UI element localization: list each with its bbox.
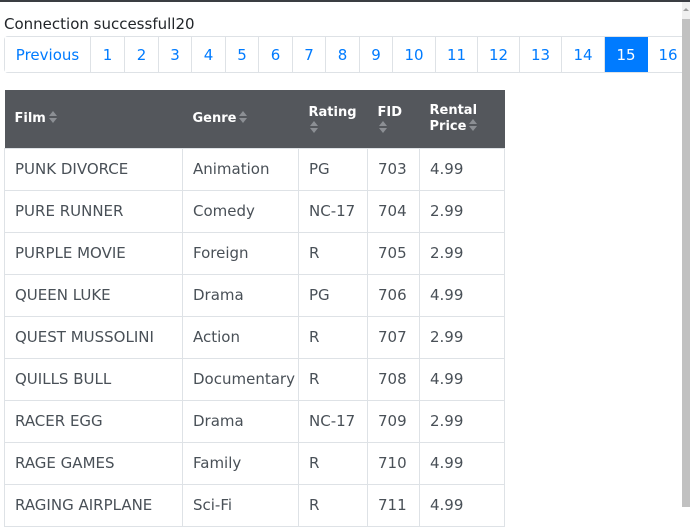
table-row: QUEST MUSSOLINI Action R 707 2.99 <box>4 315 505 359</box>
cell-rating: R <box>298 315 368 359</box>
cell-film: RAGING AIRPLANE <box>4 483 183 527</box>
table-header-row: Film Genre Rating FID Rental Price <box>4 90 505 148</box>
pagination-page-5[interactable]: 5 <box>226 37 259 72</box>
column-header-film[interactable]: Film <box>4 90 183 148</box>
column-header-label: Film <box>14 110 46 126</box>
cell-rating: R <box>298 231 368 275</box>
cell-rating: PG <box>298 273 368 317</box>
cell-genre: Drama <box>182 273 299 317</box>
cell-price: 2.99 <box>419 189 505 233</box>
cell-rating: NC-17 <box>298 189 368 233</box>
cell-fid: 706 <box>367 273 420 317</box>
pagination-page-7[interactable]: 7 <box>293 37 326 72</box>
pagination-page-3[interactable]: 3 <box>159 37 192 72</box>
table-row: PURPLE MOVIE Foreign R 705 2.99 <box>4 231 505 275</box>
pagination-page-9[interactable]: 9 <box>360 37 393 72</box>
sort-icon[interactable] <box>378 121 387 133</box>
cell-rating: R <box>298 441 368 485</box>
column-header-label: Rating <box>308 105 357 120</box>
pagination-page-14[interactable]: 14 <box>562 37 605 72</box>
cell-genre: Comedy <box>182 189 299 233</box>
table-row: RACER EGG Drama NC-17 709 2.99 <box>4 399 505 443</box>
cell-film: RAGE GAMES <box>4 441 183 485</box>
pagination-previous[interactable]: Previous <box>5 37 91 72</box>
cell-genre: Documentary <box>182 357 299 401</box>
vertical-scrollbar[interactable] <box>682 2 690 507</box>
window-top-border <box>0 0 690 2</box>
column-header-label: Genre <box>192 110 237 126</box>
cell-film: RACER EGG <box>4 399 183 443</box>
films-table-container: Film Genre Rating FID Rental Price PUNK … <box>4 90 505 527</box>
cell-film: PURPLE MOVIE <box>4 231 183 275</box>
pagination-page-4[interactable]: 4 <box>192 37 226 72</box>
pagination-page-10[interactable]: 10 <box>393 37 436 72</box>
column-header-fid[interactable]: FID <box>367 90 420 148</box>
cell-genre: Animation <box>182 147 299 191</box>
cell-fid: 708 <box>367 357 420 401</box>
pagination-page-13[interactable]: 13 <box>520 37 562 72</box>
table-row: QUEEN LUKE Drama PG 706 4.99 <box>4 273 505 317</box>
column-header-label: FID <box>377 105 403 120</box>
cell-film: QUEEN LUKE <box>4 273 183 317</box>
cell-price: 4.99 <box>419 441 505 485</box>
scroll-up-arrow-icon[interactable] <box>683 8 689 11</box>
scrollbar-thumb[interactable] <box>682 19 690 507</box>
table-row: QUILLS BULL Documentary R 708 4.99 <box>4 357 505 401</box>
cell-rating: NC-17 <box>298 399 368 443</box>
cell-film: PURE RUNNER <box>4 189 183 233</box>
pagination-page-6[interactable]: 6 <box>259 37 293 72</box>
cell-fid: 704 <box>367 189 420 233</box>
cell-genre: Foreign <box>182 231 299 275</box>
column-header-genre[interactable]: Genre <box>182 90 299 148</box>
cell-rating: PG <box>298 147 368 191</box>
cell-price: 4.99 <box>419 147 505 191</box>
table-row: PURE RUNNER Comedy NC-17 704 2.99 <box>4 189 505 233</box>
cell-rating: R <box>298 357 368 401</box>
connection-status: Connection successfull20 <box>4 15 195 33</box>
cell-genre: Drama <box>182 399 299 443</box>
cell-film: QUILLS BULL <box>4 357 183 401</box>
sort-icon[interactable] <box>309 121 318 133</box>
pagination: Previous 1 2 3 4 5 6 7 8 9 10 11 12 13 1… <box>4 36 688 73</box>
cell-price: 4.99 <box>419 273 505 317</box>
cell-price: 4.99 <box>419 483 505 527</box>
table-row: RAGE GAMES Family R 710 4.99 <box>4 441 505 485</box>
column-header-label-line1: Rental <box>429 102 478 118</box>
cell-price: 2.99 <box>419 315 505 359</box>
cell-fid: 709 <box>367 399 420 443</box>
cell-film: PUNK DIVORCE <box>4 147 183 191</box>
cell-fid: 703 <box>367 147 420 191</box>
cell-fid: 710 <box>367 441 420 485</box>
cell-rating: R <box>298 483 368 527</box>
cell-film: QUEST MUSSOLINI <box>4 315 183 359</box>
column-header-rental-price[interactable]: Rental Price <box>419 90 505 148</box>
sort-icon[interactable] <box>48 111 57 124</box>
pagination-page-1[interactable]: 1 <box>91 37 125 72</box>
cell-genre: Sci-Fi <box>182 483 299 527</box>
column-header-rating[interactable]: Rating <box>298 90 368 148</box>
films-table: Film Genre Rating FID Rental Price PUNK … <box>4 90 505 527</box>
pagination-page-11[interactable]: 11 <box>436 37 478 72</box>
sort-icon[interactable] <box>239 111 248 124</box>
cell-genre: Family <box>182 441 299 485</box>
cell-price: 2.99 <box>419 231 505 275</box>
pagination-page-2[interactable]: 2 <box>125 37 159 72</box>
cell-price: 4.99 <box>419 357 505 401</box>
cell-price: 2.99 <box>419 399 505 443</box>
sort-icon[interactable] <box>469 119 478 132</box>
pagination-page-15-active[interactable]: 15 <box>605 37 648 72</box>
table-row: PUNK DIVORCE Animation PG 703 4.99 <box>4 147 505 191</box>
pagination-page-12[interactable]: 12 <box>478 37 520 72</box>
cell-genre: Action <box>182 315 299 359</box>
cell-fid: 707 <box>367 315 420 359</box>
cell-fid: 711 <box>367 483 420 527</box>
column-header-label-line2: Price <box>429 118 467 134</box>
table-row: RAGING AIRPLANE Sci-Fi R 711 4.99 <box>4 483 505 527</box>
pagination-page-8[interactable]: 8 <box>326 37 360 72</box>
cell-fid: 705 <box>367 231 420 275</box>
